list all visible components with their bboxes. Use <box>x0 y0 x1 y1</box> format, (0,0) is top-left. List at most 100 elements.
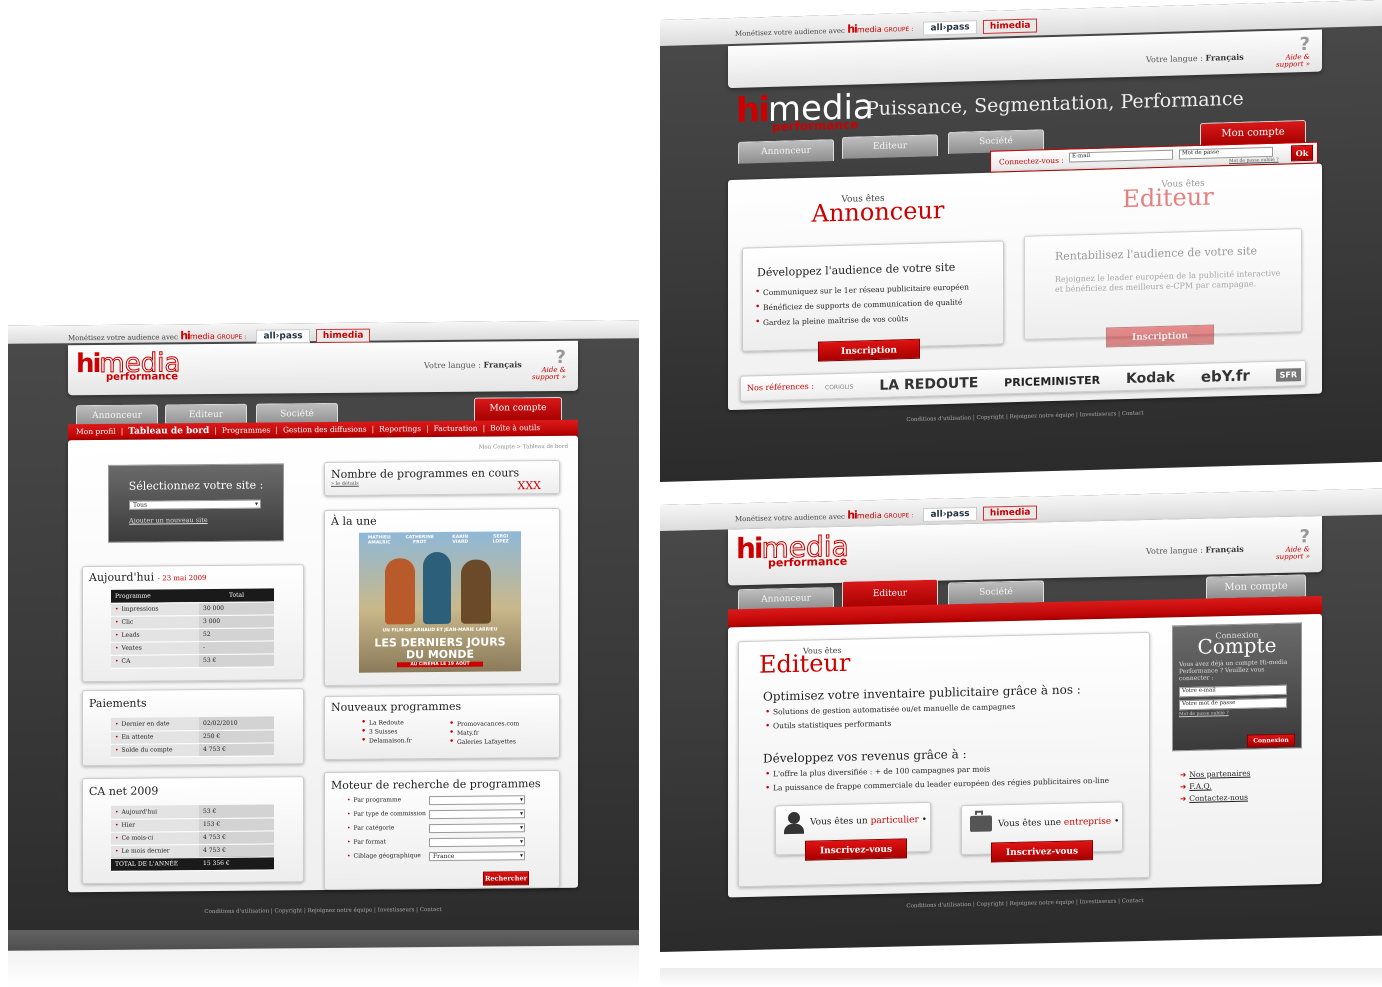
entreprise-inscrivez-button[interactable]: Inscrivez-vous <box>991 840 1093 863</box>
program-link[interactable]: La Redoute <box>369 718 412 727</box>
annonceur-card-title: Développez l'audience de votre site <box>757 260 956 280</box>
subnav-item[interactable]: Reportings <box>379 424 421 433</box>
login-forgot-link[interactable]: Mot de passe oublié ? <box>1179 710 1295 717</box>
himedia-groupe-logo[interactable]: hi <box>847 23 857 36</box>
search-select[interactable]: ▾ <box>429 837 525 848</box>
program-link[interactable]: Galeries Lafayettes <box>457 737 519 747</box>
subnav-item[interactable]: Programmes <box>222 425 271 434</box>
editeur-inscription-button[interactable]: Inscription <box>1106 324 1214 348</box>
editeur-links: ➜ Nos partenaires ➜ F.A.Q. ➜ Contactez-nous <box>1180 768 1251 806</box>
site-selector-title: Sélectionnez votre site : <box>128 478 264 493</box>
login-box: Connexion Compte Vous avez déjà un compt… <box>1172 622 1302 752</box>
tab-mon-compte[interactable]: Mon compte <box>1206 574 1306 599</box>
program-link[interactable]: Delamaison.fr <box>369 736 412 745</box>
reference-logo[interactable]: Kodak <box>1126 370 1175 387</box>
ca-table: • Aujourd'hui 53 € • Hier 153 € • Ce mois-ci 4 7… <box>111 804 274 871</box>
search-select[interactable]: France ▾ <box>429 851 525 862</box>
table-cell: • Leads <box>111 628 199 642</box>
program-link[interactable]: 3 Suisses <box>369 727 412 736</box>
login-email-field[interactable]: Votre e-mail <box>1179 684 1287 698</box>
dashboard-header: himedia performance Votre langue : Franç… <box>68 340 578 396</box>
forgot-password-link[interactable]: Mot de passe oublié ? <box>1229 158 1279 164</box>
table-row: • CA 53 € <box>111 653 274 668</box>
help-question-icon: ? <box>555 346 566 368</box>
search-button[interactable]: Rechercher <box>483 871 529 886</box>
language-selector[interactable]: Votre langue : Français <box>424 359 522 370</box>
table-cell: 53 € <box>199 653 274 668</box>
help-support-link[interactable]: ? Aide & support » <box>1258 34 1310 69</box>
himedia-tab[interactable]: himedia <box>315 328 371 344</box>
annonceur-inscription-button[interactable]: Inscription <box>818 338 920 362</box>
movie-poster[interactable]: MATHIEU AMALRIC CATHERINE FROT KARIN VIARD… <box>359 531 521 673</box>
row-value: 53 € <box>203 807 217 815</box>
allpass-link[interactable]: all›pass <box>923 20 977 36</box>
subnav-item[interactable]: Mon profil <box>76 427 116 436</box>
himedia-performance-logo[interactable]: himedia performance <box>736 87 874 134</box>
email-field[interactable]: E-mail <box>1069 149 1173 163</box>
new-programs-left: La Redoute3 SuissesDelamaison.fr <box>349 718 412 746</box>
reference-logo[interactable]: CORIOLIS <box>825 383 854 391</box>
himedia-logo[interactable]: himedia performance <box>76 348 181 383</box>
bullet-icon: • <box>115 847 119 855</box>
search-select[interactable]: ▾ <box>429 795 525 806</box>
himedia-logo[interactable]: himedia performance <box>736 529 849 569</box>
allpass-link[interactable]: all›pass <box>923 506 977 523</box>
arrow-right-icon: ➜ <box>1180 794 1187 804</box>
search-row-label: Par programme <box>353 796 402 804</box>
login-password-field[interactable]: Votre mot de passe <box>1179 697 1287 711</box>
side-link[interactable]: ➜ Contactez-nous <box>1180 792 1251 806</box>
table-cell: TOTAL DE L'ANNÉE <box>111 857 199 871</box>
particulier-inscrivez-button[interactable]: Inscrivez-vous <box>805 838 907 861</box>
site-select[interactable]: Tous ▾ <box>129 499 261 510</box>
row-value: 153 € <box>203 820 221 829</box>
arrow-right-icon: ➜ <box>1180 770 1187 780</box>
tab-societe[interactable]: Société <box>948 580 1044 605</box>
help-support-link[interactable]: ? Aide & support » <box>520 346 566 381</box>
table-cell: 3 000 <box>199 614 274 629</box>
subnav-item[interactable]: Boîte à outils <box>490 423 540 432</box>
row-label: Impressions <box>121 605 159 613</box>
reference-logo[interactable]: SFR <box>1275 367 1301 382</box>
subnav-item[interactable]: Facturation <box>434 424 478 433</box>
annonceur-heading: Annonceur <box>811 196 945 228</box>
row-label: Hier <box>121 821 136 829</box>
table-cell: • Clic <box>111 615 199 629</box>
search-select[interactable]: ▾ <box>429 809 525 820</box>
subnav-item[interactable]: Gestion des diffusions <box>283 425 367 435</box>
ok-button[interactable]: Ok <box>1291 144 1313 162</box>
tab-mon-compte[interactable]: Mon compte <box>474 396 562 422</box>
table-cell: • Le mois dernier <box>111 844 199 858</box>
search-select[interactable]: ▾ <box>429 823 525 834</box>
home-content: Vous êtes Annonceur Vous êtes Editeur Dé… <box>728 163 1322 411</box>
help-support-link[interactable]: ? Aide & support » <box>1258 526 1310 561</box>
row-label: Ventes <box>121 644 142 652</box>
subnav-item[interactable]: Tableau de bord <box>128 426 209 437</box>
chevron-down-icon: ▾ <box>519 852 523 860</box>
language-selector[interactable]: Votre langue : Français <box>1146 52 1244 65</box>
himedia-tab[interactable]: himedia <box>982 18 1038 34</box>
himedia-tab[interactable]: himedia <box>982 505 1038 521</box>
search-row-label: Par format <box>353 838 387 846</box>
side-link[interactable]: ➜ Nos partenaires <box>1180 768 1251 782</box>
table-cell: - <box>199 640 274 655</box>
connexion-button[interactable]: Connexion <box>1247 733 1295 748</box>
home-screenshot: Monétisez votre audience avec himedia GR… <box>660 0 1382 483</box>
row-value: - <box>203 644 206 652</box>
search-row-label: Ciblage géographique <box>353 852 421 860</box>
himedia-groupe-logo[interactable]: hi <box>847 509 857 522</box>
allpass-link[interactable]: all›pass <box>256 329 310 344</box>
reference-logo[interactable]: LA REDOUTE <box>879 375 978 394</box>
bullet-icon: • <box>115 746 119 754</box>
tagline: Puissance, Segmentation, Performance <box>866 87 1244 121</box>
payments-title: Paiements <box>89 696 147 711</box>
table-cell: • Dernier en date <box>111 717 199 731</box>
language-selector[interactable]: Votre langue : Français <box>1146 544 1244 556</box>
himedia-groupe-logo[interactable]: hi <box>180 329 190 342</box>
tab-annonceur[interactable]: Annonceur <box>738 139 834 164</box>
footer: Conditions d'utilisation | Copyright | R… <box>906 410 1144 424</box>
add-site-link[interactable]: Ajouter un nouveau site <box>129 515 283 525</box>
poster-actor-name: KARIN VIARD <box>452 534 469 545</box>
reference-logo[interactable]: ebY.fr <box>1201 367 1250 386</box>
tab-editeur[interactable]: Editeur <box>842 134 938 159</box>
reference-logo[interactable]: PRICEMINISTER <box>1004 373 1100 389</box>
